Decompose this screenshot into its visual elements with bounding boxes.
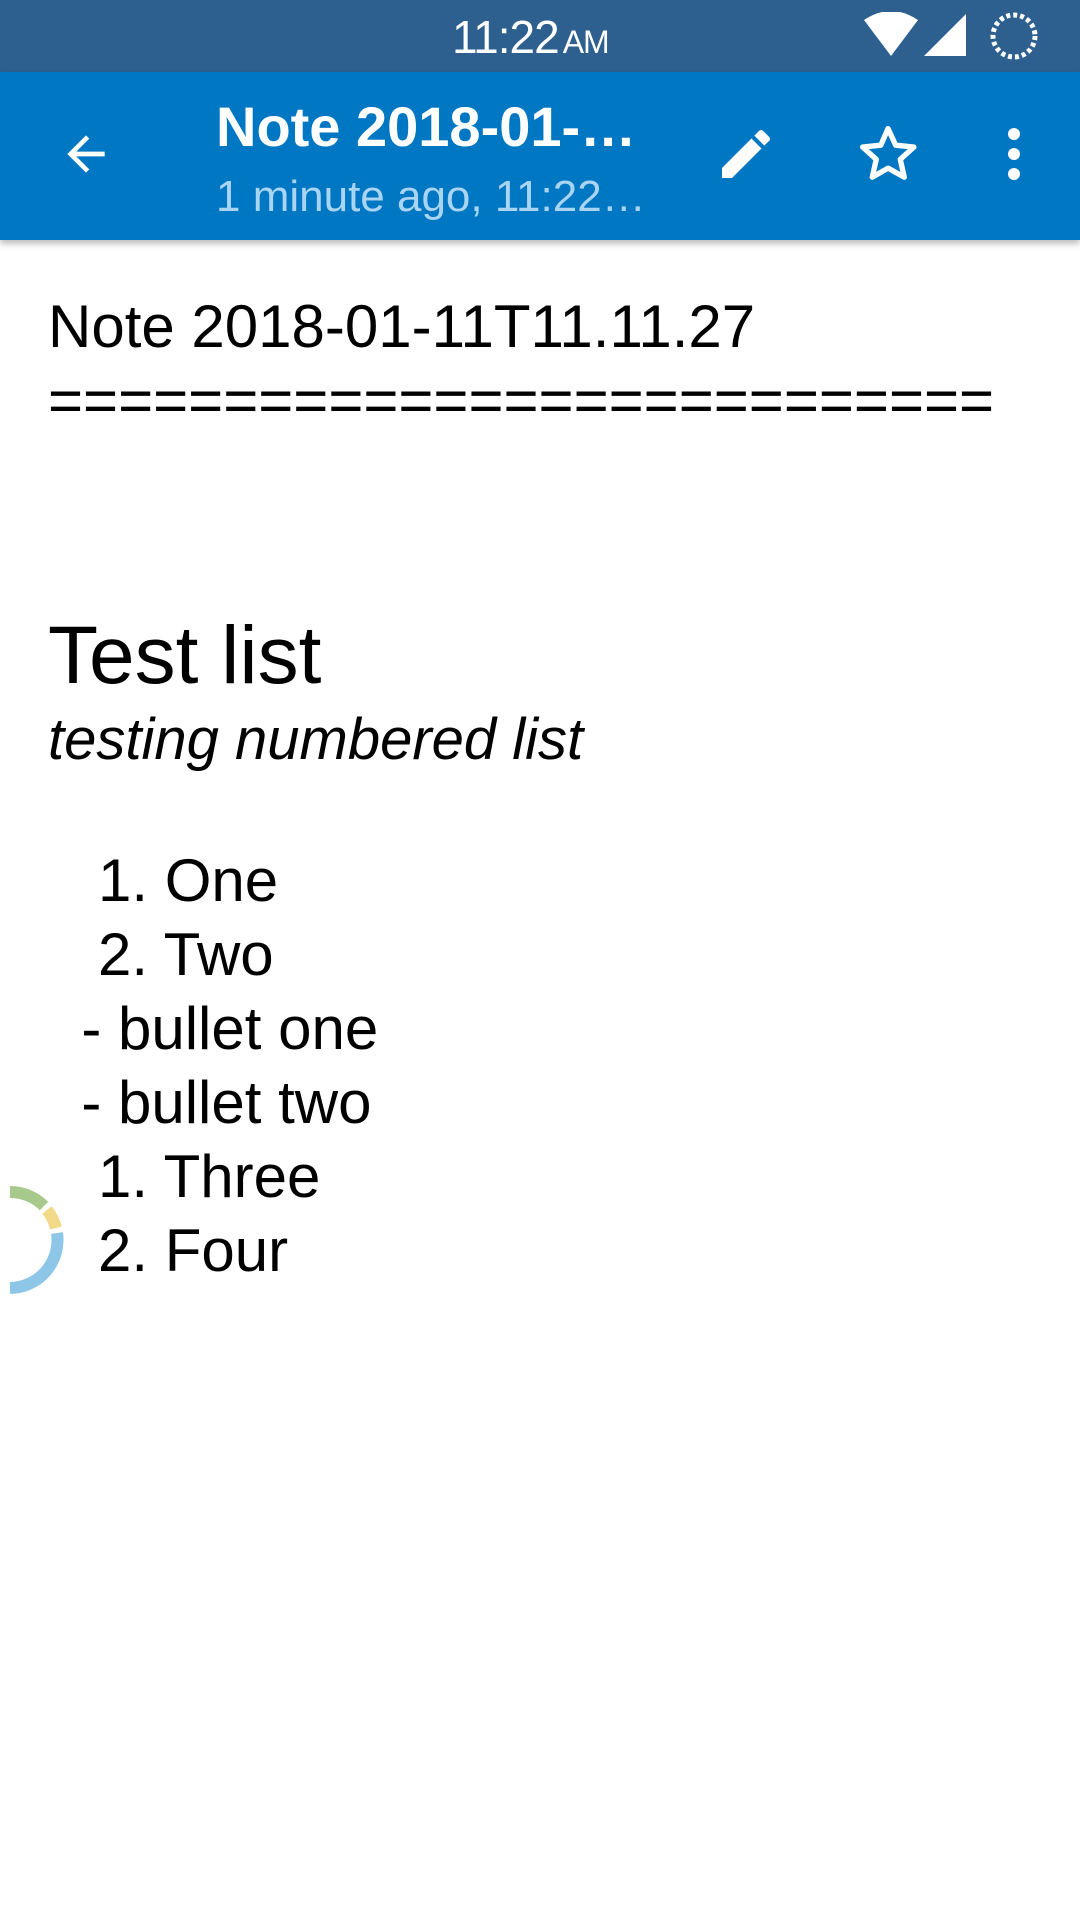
back-arrow-icon: [58, 126, 114, 187]
wifi-icon: [862, 11, 920, 63]
note-subheading: testing numbered list: [48, 707, 584, 772]
favorite-button[interactable]: [846, 114, 930, 198]
note-heading: Test list: [48, 610, 322, 701]
note-title-underline: ===========================: [48, 367, 995, 434]
list-item: - bullet one: [48, 995, 379, 1062]
more-vert-icon: [1004, 126, 1024, 187]
loading-spinner-icon: [0, 1180, 70, 1305]
status-bar: 11:22 AM: [0, 0, 1080, 72]
note-content: Note 2018-01-11T11.11.27 ===============…: [48, 290, 1048, 1288]
sync-icon: [988, 10, 1040, 67]
list-item: 2. Four: [48, 1217, 289, 1284]
status-time-value: 11:22: [452, 11, 560, 63]
status-time: 11:22 AM: [452, 10, 610, 64]
status-time-ampm: AM: [562, 24, 610, 60]
app-toolbar: Note 2018-01-11T11.11.27 1 minute ago, 1…: [0, 72, 1080, 240]
back-button[interactable]: [46, 116, 126, 196]
list-item: 1. Three: [48, 1143, 321, 1210]
note-title: Note 2018-01-11T11.11.27: [216, 95, 656, 158]
note-title-line: Note 2018-01-11T11.11.27: [48, 293, 756, 360]
pencil-icon: [714, 122, 778, 191]
more-options-button[interactable]: [984, 114, 1044, 198]
list-item: 2. Two: [48, 921, 274, 988]
note-subtitle: 1 minute ago, 11:22 AM: [216, 172, 646, 221]
star-icon: [856, 122, 920, 191]
signal-icon: [922, 12, 968, 63]
list-item: - bullet two: [48, 1069, 372, 1136]
list-item: 1. One: [48, 847, 279, 914]
edit-button[interactable]: [704, 114, 788, 198]
